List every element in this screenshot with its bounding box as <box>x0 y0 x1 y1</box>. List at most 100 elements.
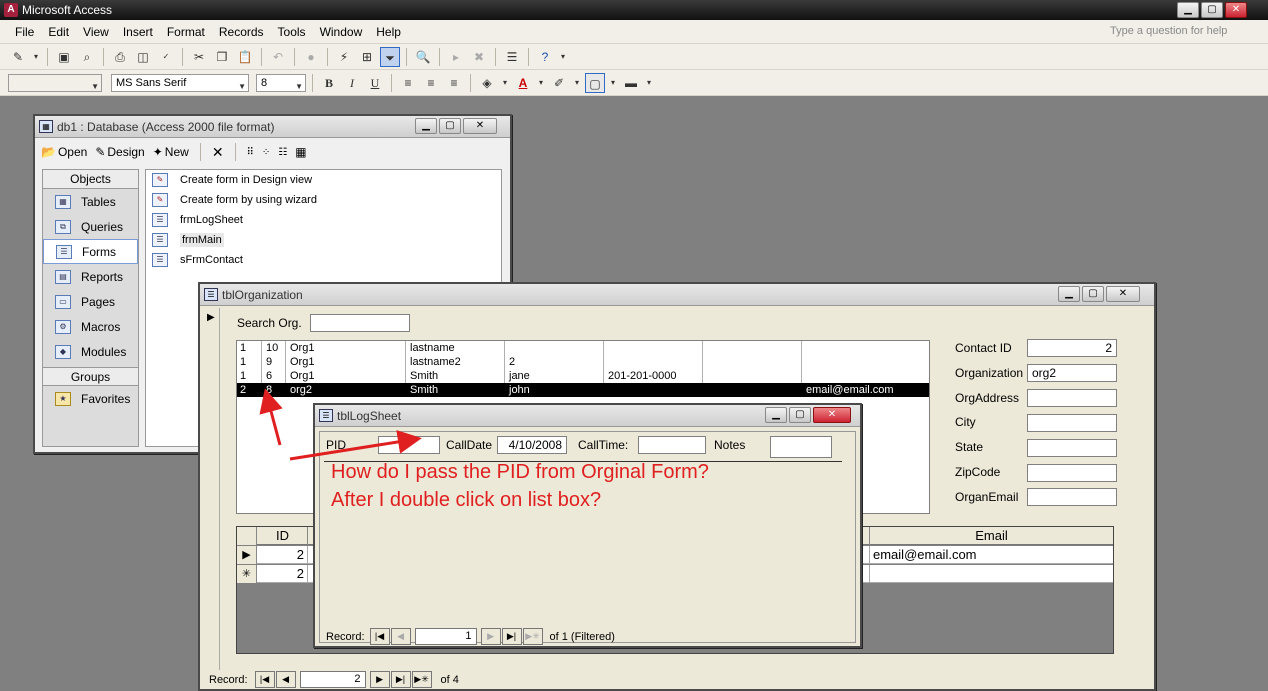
list-item[interactable]: ☰ sFrmContact <box>146 250 501 270</box>
listbox-row[interactable]: 1 6 Org1 Smith jane 201-201-0000 <box>237 369 929 383</box>
apply-filter-icon[interactable]: ⏷ <box>380 47 400 67</box>
new-record-icon[interactable]: ▶✳ <box>522 628 543 645</box>
object-modules[interactable]: ◆ Modules <box>43 339 138 364</box>
pid-field[interactable] <box>378 436 440 454</box>
organ-email-field[interactable] <box>1027 488 1117 506</box>
first-record-icon[interactable]: |◀ <box>369 628 390 645</box>
small-icons-view-icon[interactable]: ⁘ <box>262 147 270 158</box>
delete-record-icon[interactable]: ✖ <box>469 47 489 67</box>
zipcode-field[interactable] <box>1027 464 1117 482</box>
listbox-row-selected[interactable]: 2 8 org2 Smith john email@email.com <box>237 383 929 397</box>
save-icon[interactable]: ▣ <box>54 47 74 67</box>
help-search-input[interactable]: Type a question for help <box>1106 23 1256 41</box>
maximize-icon[interactable]: ▢ <box>1082 286 1104 302</box>
view-dropdown-icon[interactable]: ▾ <box>31 47 41 67</box>
line-color-icon[interactable]: ✐ <box>549 73 569 93</box>
menu-edit[interactable]: Edit <box>41 25 76 39</box>
organization-form-titlebar[interactable]: ☰ tblOrganization ▁ ▢ ✕ <box>200 284 1154 306</box>
help-icon[interactable]: ? <box>535 47 555 67</box>
id-cell[interactable]: 2 <box>258 565 308 583</box>
list-item[interactable]: ☰ frmMain <box>146 230 501 250</box>
next-record-icon[interactable]: ▶ <box>480 628 501 645</box>
font-combo[interactable]: MS Sans Serif ▼ <box>111 74 249 92</box>
select-all-cell[interactable] <box>237 527 257 545</box>
print-preview-icon[interactable]: ◫ <box>133 47 153 67</box>
menu-tools[interactable]: Tools <box>271 25 313 39</box>
org-address-field[interactable] <box>1027 389 1117 407</box>
previous-record-icon[interactable]: ◀ <box>390 628 411 645</box>
object-reports[interactable]: ▤ Reports <box>43 264 138 289</box>
group-favorites[interactable]: ★ Favorites <box>43 386 138 411</box>
column-header-email[interactable]: Email <box>869 527 1113 545</box>
large-icons-view-icon[interactable]: ⠿ <box>247 147 254 158</box>
new-record-icon[interactable]: ▶✳ <box>411 671 432 688</box>
close-icon[interactable]: ✕ <box>1225 2 1247 18</box>
id-cell[interactable]: 2 <box>258 546 308 564</box>
notes-field[interactable] <box>770 436 832 458</box>
list-item[interactable]: ✎ Create form in Design view <box>146 170 501 190</box>
list-item[interactable]: ☰ frmLogSheet <box>146 210 501 230</box>
office-links-icon[interactable]: ● <box>301 47 321 67</box>
object-pages[interactable]: ▭ Pages <box>43 289 138 314</box>
contact-id-field[interactable]: 2 <box>1027 339 1117 357</box>
design-button[interactable]: ✎ Design <box>95 145 144 159</box>
next-record-icon[interactable]: ▶ <box>369 671 390 688</box>
toolbar-options-icon[interactable]: ▾ <box>558 47 568 67</box>
minimize-icon[interactable]: ▁ <box>1058 286 1080 302</box>
calltime-field[interactable] <box>638 436 706 454</box>
listbox-row[interactable]: 1 10 Org1 lastname <box>237 341 929 355</box>
city-field[interactable] <box>1027 414 1117 432</box>
menu-view[interactable]: View <box>76 25 116 39</box>
current-record-input[interactable]: 2 <box>299 671 366 688</box>
object-queries[interactable]: ⧉ Queries <box>43 214 138 239</box>
object-forms[interactable]: ☰ Forms <box>43 239 138 264</box>
last-record-icon[interactable]: ▶| <box>501 628 522 645</box>
details-view-icon[interactable]: ▦ <box>295 145 306 159</box>
chevron-down-icon[interactable]: ▾ <box>644 73 654 93</box>
calldate-field[interactable]: 4/10/2008 <box>497 436 567 454</box>
list-view-icon[interactable]: ☷ <box>278 147 287 158</box>
email-cell[interactable]: email@email.com <box>869 546 1113 564</box>
maximize-icon[interactable]: ▢ <box>1201 2 1223 18</box>
new-record-icon[interactable]: ▸ <box>446 47 466 67</box>
menu-insert[interactable]: Insert <box>116 25 160 39</box>
record-selector[interactable]: ▶ <box>202 308 220 670</box>
object-tables[interactable]: ▦ Tables <box>43 189 138 214</box>
minimize-icon[interactable]: ▁ <box>415 118 437 134</box>
align-center-icon[interactable]: ≡ <box>421 73 441 93</box>
open-button[interactable]: 📂 Open <box>41 145 87 159</box>
paste-icon[interactable]: 📋 <box>235 47 255 67</box>
chevron-down-icon[interactable]: ▾ <box>536 73 546 93</box>
database-window-titlebar[interactable]: ▦ db1 : Database (Access 2000 file forma… <box>35 116 510 138</box>
listbox-row[interactable]: 1 9 Org1 lastname2 2 <box>237 355 929 369</box>
organization-field[interactable]: org2 <box>1027 364 1117 382</box>
font-color-icon[interactable]: A <box>513 73 533 93</box>
find-icon[interactable]: 🔍 <box>413 47 433 67</box>
minimize-icon[interactable]: ▁ <box>765 407 787 423</box>
object-combo[interactable]: ▼ <box>8 74 102 92</box>
state-field[interactable] <box>1027 439 1117 457</box>
view-icon[interactable]: ✎ <box>8 47 28 67</box>
close-icon[interactable]: ✕ <box>1106 286 1140 302</box>
object-macros[interactable]: ⚙ Macros <box>43 314 138 339</box>
new-row-selector[interactable]: ✳ <box>237 565 257 583</box>
menu-help[interactable]: Help <box>369 25 408 39</box>
row-selector[interactable]: ▶ <box>237 546 257 564</box>
border-style-icon[interactable]: ▢ <box>585 73 605 93</box>
cut-icon[interactable]: ✂ <box>189 47 209 67</box>
current-record-input[interactable]: 1 <box>414 628 477 645</box>
properties-icon[interactable]: ☰ <box>502 47 522 67</box>
menu-records[interactable]: Records <box>212 25 271 39</box>
menu-window[interactable]: Window <box>313 25 370 39</box>
delete-icon[interactable]: ✕ <box>212 144 224 161</box>
font-size-combo[interactable]: 8 ▼ <box>256 74 306 92</box>
first-record-icon[interactable]: |◀ <box>254 671 275 688</box>
list-item[interactable]: ✎ Create form by using wizard <box>146 190 501 210</box>
close-icon[interactable]: ✕ <box>813 407 851 423</box>
close-icon[interactable]: ✕ <box>463 118 497 134</box>
align-left-icon[interactable]: ≡ <box>398 73 418 93</box>
search-file-icon[interactable]: ⌕ <box>77 47 97 67</box>
groups-header[interactable]: Groups <box>43 367 138 386</box>
bold-button[interactable]: B <box>319 73 339 93</box>
last-record-icon[interactable]: ▶| <box>390 671 411 688</box>
